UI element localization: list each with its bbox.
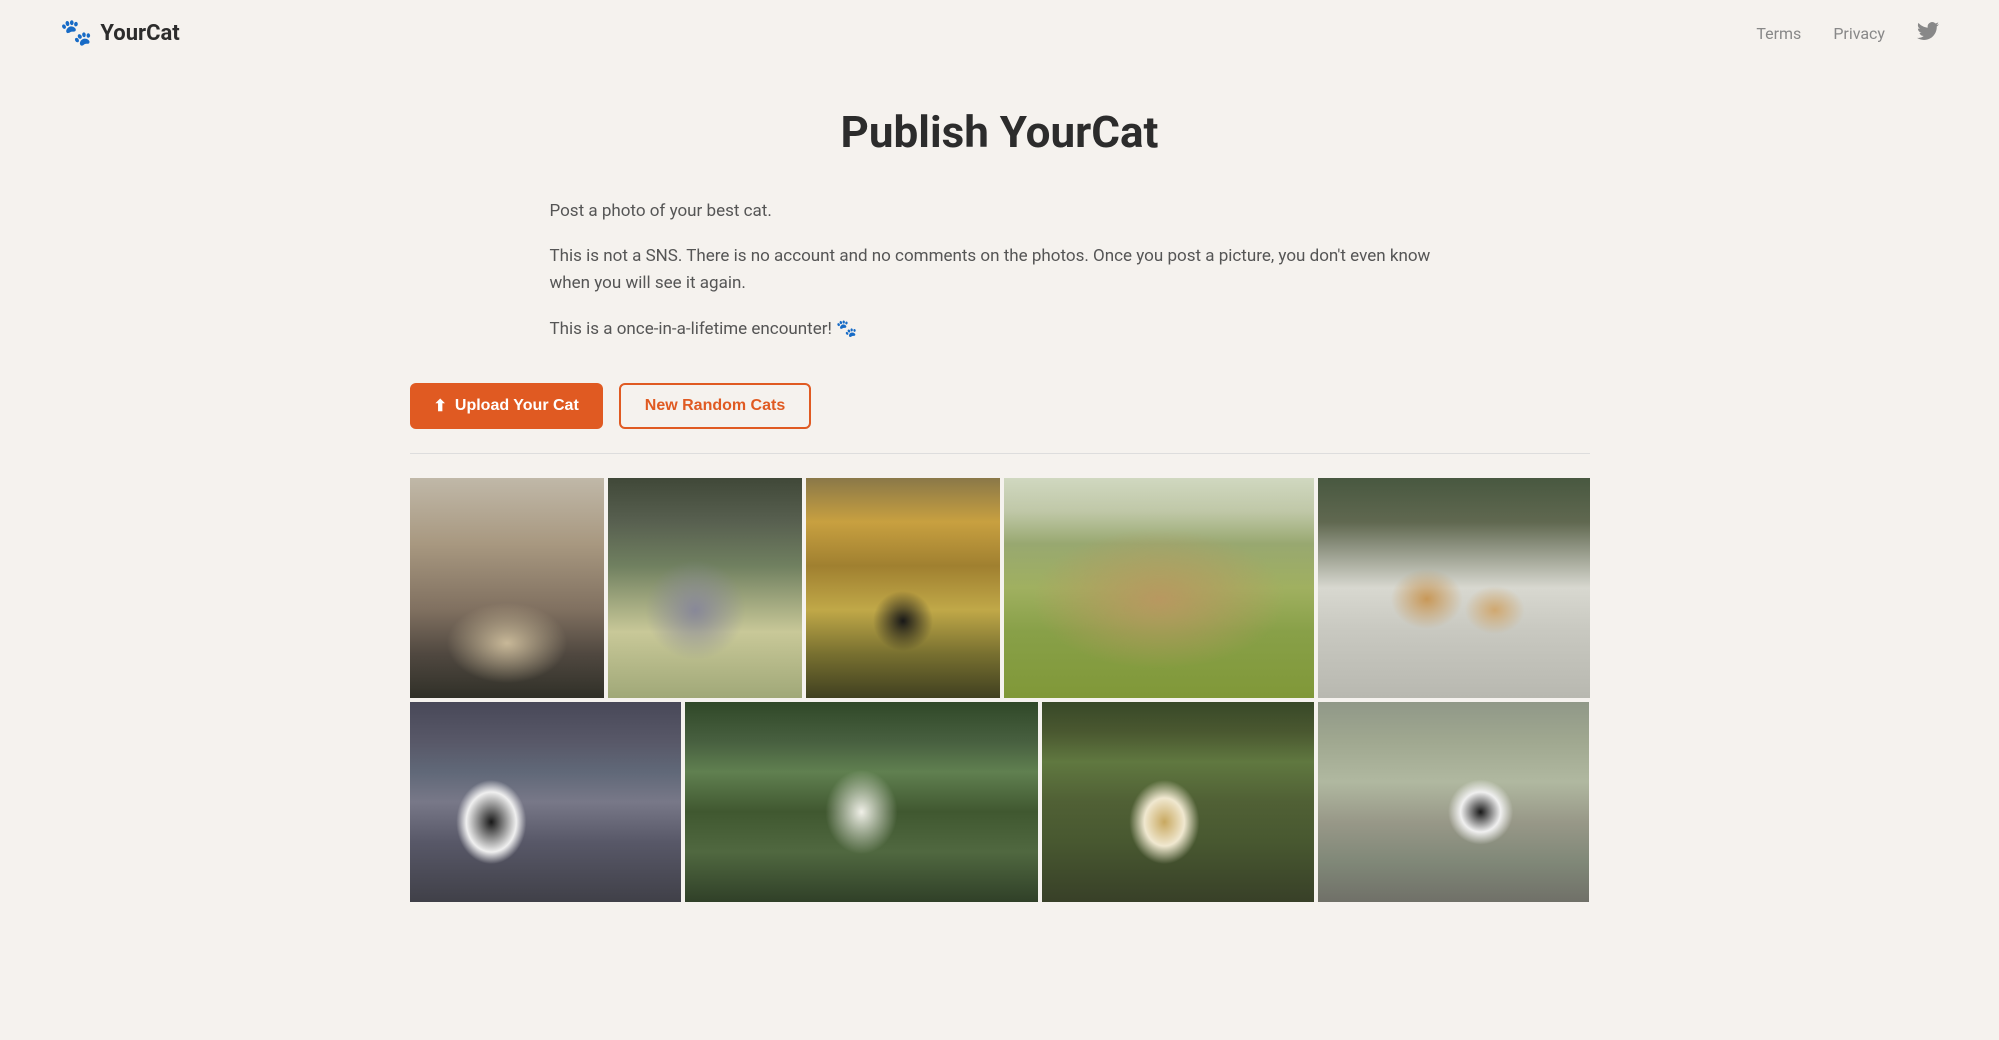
- privacy-link[interactable]: Privacy: [1833, 24, 1885, 43]
- twitter-icon: [1917, 20, 1939, 42]
- photo-tuxedo-roof[interactable]: [410, 702, 682, 902]
- site-header: 🐾 YourCat Terms Privacy: [0, 0, 1999, 66]
- logo[interactable]: 🐾 YourCat: [60, 18, 180, 48]
- main-nav: Terms Privacy: [1756, 20, 1939, 47]
- main-content: Publish YourCat Post a photo of your bes…: [350, 66, 1650, 902]
- photo-cat-black-leaves[interactable]: [806, 478, 1000, 698]
- photo-cat-garden[interactable]: [608, 478, 802, 698]
- photo-white-green[interactable]: [685, 702, 1038, 902]
- desc-line-3: This is a once-in-a-lifetime encounter! …: [550, 316, 1450, 343]
- paw-logo-icon: 🐾: [60, 18, 92, 48]
- photo-cat-tabby-grass[interactable]: [1004, 478, 1314, 698]
- new-random-cats-button[interactable]: New Random Cats: [619, 383, 811, 429]
- photo-grid-row-1: [410, 478, 1590, 698]
- terms-link[interactable]: Terms: [1756, 24, 1801, 43]
- page-title: Publish YourCat: [410, 106, 1590, 158]
- logo-text: YourCat: [100, 21, 179, 46]
- action-buttons: ⬆ Upload Your Cat New Random Cats: [410, 383, 1590, 454]
- photo-two-cats[interactable]: [1318, 478, 1590, 698]
- photo-cat-chair[interactable]: [410, 478, 604, 698]
- photo-striped-pole[interactable]: [1042, 702, 1314, 902]
- hero-description: Post a photo of your best cat. This is n…: [550, 198, 1450, 343]
- random-button-label: New Random Cats: [645, 397, 785, 415]
- upload-button-label: Upload Your Cat: [455, 397, 579, 415]
- desc-line-1: Post a photo of your best cat.: [550, 198, 1450, 225]
- photo-grid-row-2: [410, 702, 1590, 902]
- upload-icon: ⬆: [434, 396, 447, 416]
- photo-stone-wall[interactable]: [1318, 702, 1590, 902]
- upload-cat-button[interactable]: ⬆ Upload Your Cat: [410, 383, 603, 429]
- desc-line-2: This is not a SNS. There is no account a…: [550, 243, 1450, 297]
- twitter-link[interactable]: [1917, 20, 1939, 47]
